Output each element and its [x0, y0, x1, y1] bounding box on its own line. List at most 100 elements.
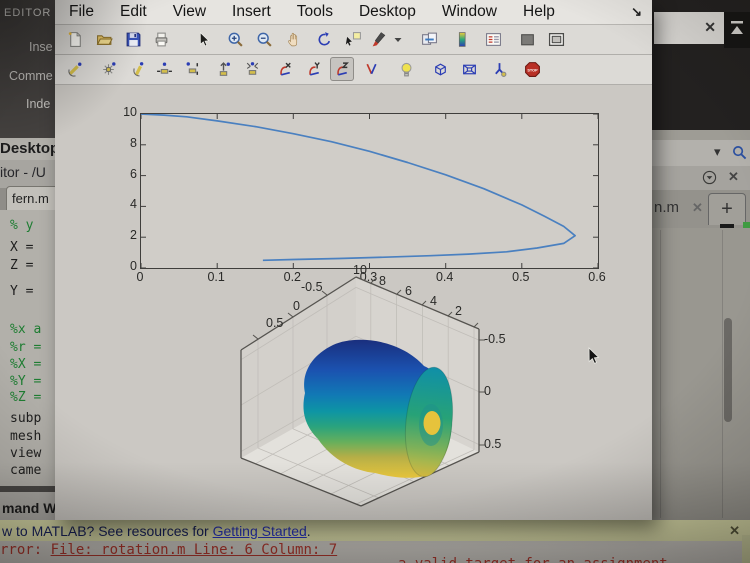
perspective-projection-button[interactable]: [457, 57, 481, 81]
zoom-in-icon: [227, 31, 244, 48]
menu-insert[interactable]: Insert: [232, 3, 271, 21]
dock-restore-button[interactable]: [724, 12, 750, 48]
axis-ticks: [140, 113, 599, 269]
code-line: %Z =: [10, 390, 42, 405]
stop-camera-button[interactable]: STOP: [520, 57, 544, 81]
orthographic-projection-button[interactable]: [428, 57, 452, 81]
banner-text: w to MATLAB? See resources for: [2, 523, 213, 539]
move-camera-horizontal-icon: [156, 61, 173, 78]
chevron-down-icon[interactable]: ▾: [714, 144, 721, 160]
command-window-output: rror: File: rotation.m Line: 6 Column: 7…: [0, 541, 750, 563]
principal-axis-x-button[interactable]: [273, 57, 297, 81]
desktop-toolbar-fragment: ▾: [652, 140, 750, 166]
save-button[interactable]: [121, 27, 145, 51]
command-window-header-fragment: mand W: [0, 492, 55, 520]
zoom-out-button[interactable]: [252, 27, 276, 51]
banner-period: .: [306, 523, 311, 539]
menu-view[interactable]: View: [173, 3, 206, 21]
plot-2d-axes[interactable]: [140, 113, 599, 269]
orbit-scene-light-icon: [100, 61, 117, 78]
error-file-link[interactable]: File: rotation.m Line: 6 Column: 7: [51, 542, 338, 558]
ribbon-button-comment[interactable]: Comme: [9, 69, 53, 83]
orbit-scene-light-button[interactable]: [96, 57, 120, 81]
no-principal-axis-button[interactable]: [359, 57, 383, 81]
save-icon: [125, 31, 142, 48]
scrollbar-track[interactable]: [722, 230, 723, 518]
hide-plot-tools-icon: [519, 31, 536, 48]
editor-tab-fragment[interactable]: n.m: [654, 199, 679, 216]
error-text: rror:: [0, 542, 51, 558]
open-file-button[interactable]: [92, 27, 116, 51]
pan-tilt-camera-button[interactable]: [127, 57, 151, 81]
tab-close-icon[interactable]: ✕: [692, 200, 703, 216]
menu-window[interactable]: Window: [442, 3, 497, 21]
brush-dropdown-icon: [393, 31, 410, 48]
menu-edit[interactable]: Edit: [120, 3, 147, 21]
banner-close-icon[interactable]: ✕: [729, 523, 740, 539]
indent-guide: [660, 230, 661, 518]
principal-axis-y-button[interactable]: [302, 57, 326, 81]
code-line: %X =: [10, 357, 42, 372]
pan-button[interactable]: [282, 27, 306, 51]
zoom-camera-button[interactable]: [240, 57, 264, 81]
plot-3d-axes[interactable]: [205, 262, 525, 518]
zoom-camera-icon: [244, 61, 261, 78]
pane-close-icon[interactable]: ✕: [728, 169, 739, 185]
scene-light-button[interactable]: [394, 57, 418, 81]
pan-tilt-camera-icon: [131, 61, 148, 78]
close-icon[interactable]: ✕: [704, 19, 716, 36]
brush-button[interactable]: [366, 27, 390, 51]
code-line: %Y =: [10, 374, 42, 389]
scrollbar-thumb[interactable]: [724, 318, 732, 422]
move-camera-vertical-button[interactable]: [180, 57, 204, 81]
ribbon-button-insert[interactable]: Inse: [29, 40, 53, 54]
orbit-camera-button[interactable]: [63, 57, 87, 81]
code-line: % y: [10, 218, 34, 233]
figure-window: File Edit View Insert Tools Desktop Window Help…: [55, 0, 652, 520]
code-line: X =: [10, 240, 34, 255]
getting-started-banner: w to MATLAB? See resources for Getting S…: [0, 520, 750, 541]
principal-axis-z-button[interactable]: [330, 57, 354, 81]
pointer-button[interactable]: [191, 27, 215, 51]
reset-camera-button[interactable]: [487, 57, 511, 81]
rotate-3d-icon: [316, 31, 333, 48]
editor-text-area-fragment[interactable]: [652, 228, 750, 520]
ribbon-button-indent[interactable]: Inde: [26, 97, 50, 111]
menu-file[interactable]: File: [69, 3, 94, 21]
print-button[interactable]: [149, 27, 173, 51]
code-line: view: [10, 446, 42, 461]
insert-legend-button[interactable]: [481, 27, 505, 51]
figure-menu-bar: File Edit View Insert Tools Desktop Window Help…: [55, 0, 652, 25]
menu-help[interactable]: Help: [523, 3, 555, 21]
getting-started-link[interactable]: Getting Started: [213, 523, 307, 539]
rotate-3d-button[interactable]: [312, 27, 336, 51]
code-editor-fragment[interactable]: % y X = Z = Y = %x a %r = %X = %Y = %Z = subp mesh…: [0, 210, 55, 486]
editor-title-fragment: itor - /U: [0, 160, 55, 188]
code-line: Y =: [10, 284, 34, 299]
data-cursor-button[interactable]: [341, 27, 365, 51]
hide-plot-tools-button[interactable]: [515, 27, 539, 51]
pane-menu-icon[interactable]: [702, 170, 717, 185]
link-plots-button[interactable]: [417, 27, 441, 51]
main-menu-fragment[interactable]: Desktop: [0, 138, 55, 162]
menu-tools[interactable]: Tools: [297, 3, 333, 21]
new-file-button[interactable]: [63, 27, 87, 51]
new-tab-button[interactable]: +: [708, 193, 746, 225]
print-icon: [153, 31, 170, 48]
dock-figure-icon[interactable]: ↘: [631, 4, 642, 20]
show-plot-tools-button[interactable]: [544, 27, 568, 51]
code-line: mesh: [10, 429, 42, 444]
zoom-in-button[interactable]: [223, 27, 247, 51]
new-file-icon: [67, 31, 84, 48]
insert-colorbar-button[interactable]: [450, 27, 474, 51]
menu-desktop[interactable]: Desktop: [359, 3, 416, 21]
move-camera-horizontal-button[interactable]: [152, 57, 176, 81]
pane-controls-row: ✕: [652, 166, 750, 190]
brush-dropdown-button[interactable]: [389, 27, 413, 51]
pointer-icon: [195, 31, 212, 48]
orbit-camera-icon: [67, 61, 84, 78]
show-plot-tools-icon: [548, 31, 565, 48]
search-icon[interactable]: [732, 145, 747, 160]
code-line: subp: [10, 411, 42, 426]
walk-camera-button[interactable]: [211, 57, 235, 81]
